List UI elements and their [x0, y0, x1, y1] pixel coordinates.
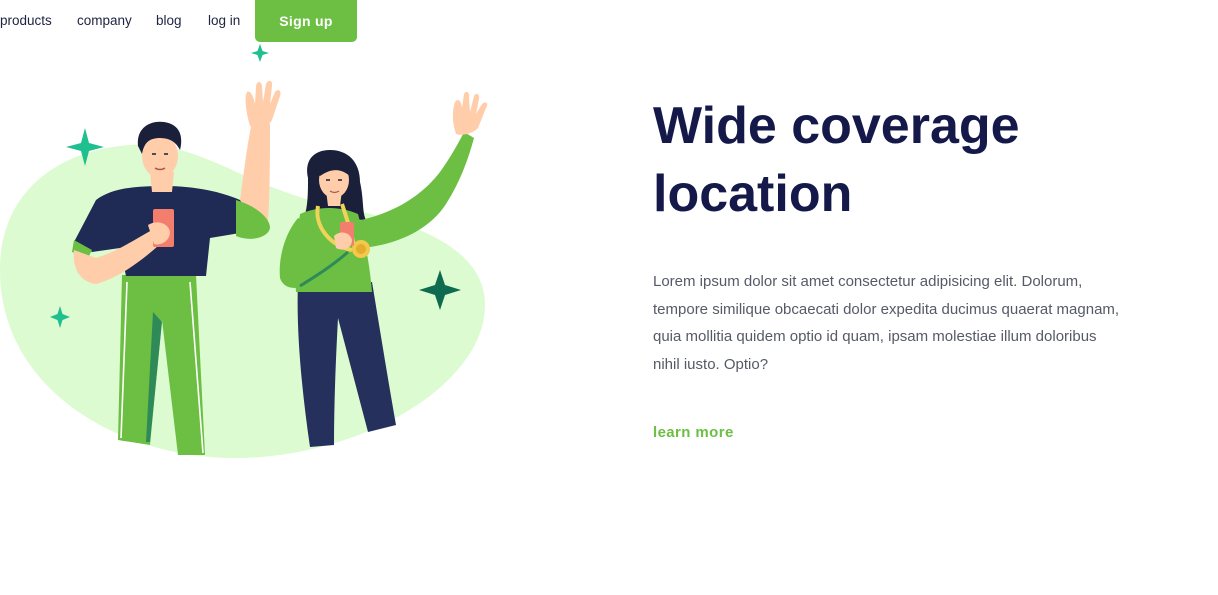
landing-page: products company blog log in Sign up Wid…	[0, 0, 1218, 595]
signup-button[interactable]: Sign up	[255, 0, 357, 42]
nav-link-products[interactable]: products	[0, 13, 52, 28]
hero-headline: Wide coverage location	[653, 92, 1113, 228]
sparkle-icon	[251, 44, 269, 62]
hero-illustration	[0, 44, 488, 458]
headline-line-1: Wide coverage	[653, 97, 1020, 155]
headline-line-2: location	[653, 165, 853, 223]
nav-link-company[interactable]: company	[77, 13, 132, 28]
hero-description: Lorem ipsum dolor sit amet consectetur a…	[653, 273, 1120, 373]
learn-more-link[interactable]: learn more	[653, 424, 734, 441]
nav-link-login[interactable]: log in	[208, 13, 240, 28]
nav-link-blog[interactable]: blog	[156, 13, 182, 28]
